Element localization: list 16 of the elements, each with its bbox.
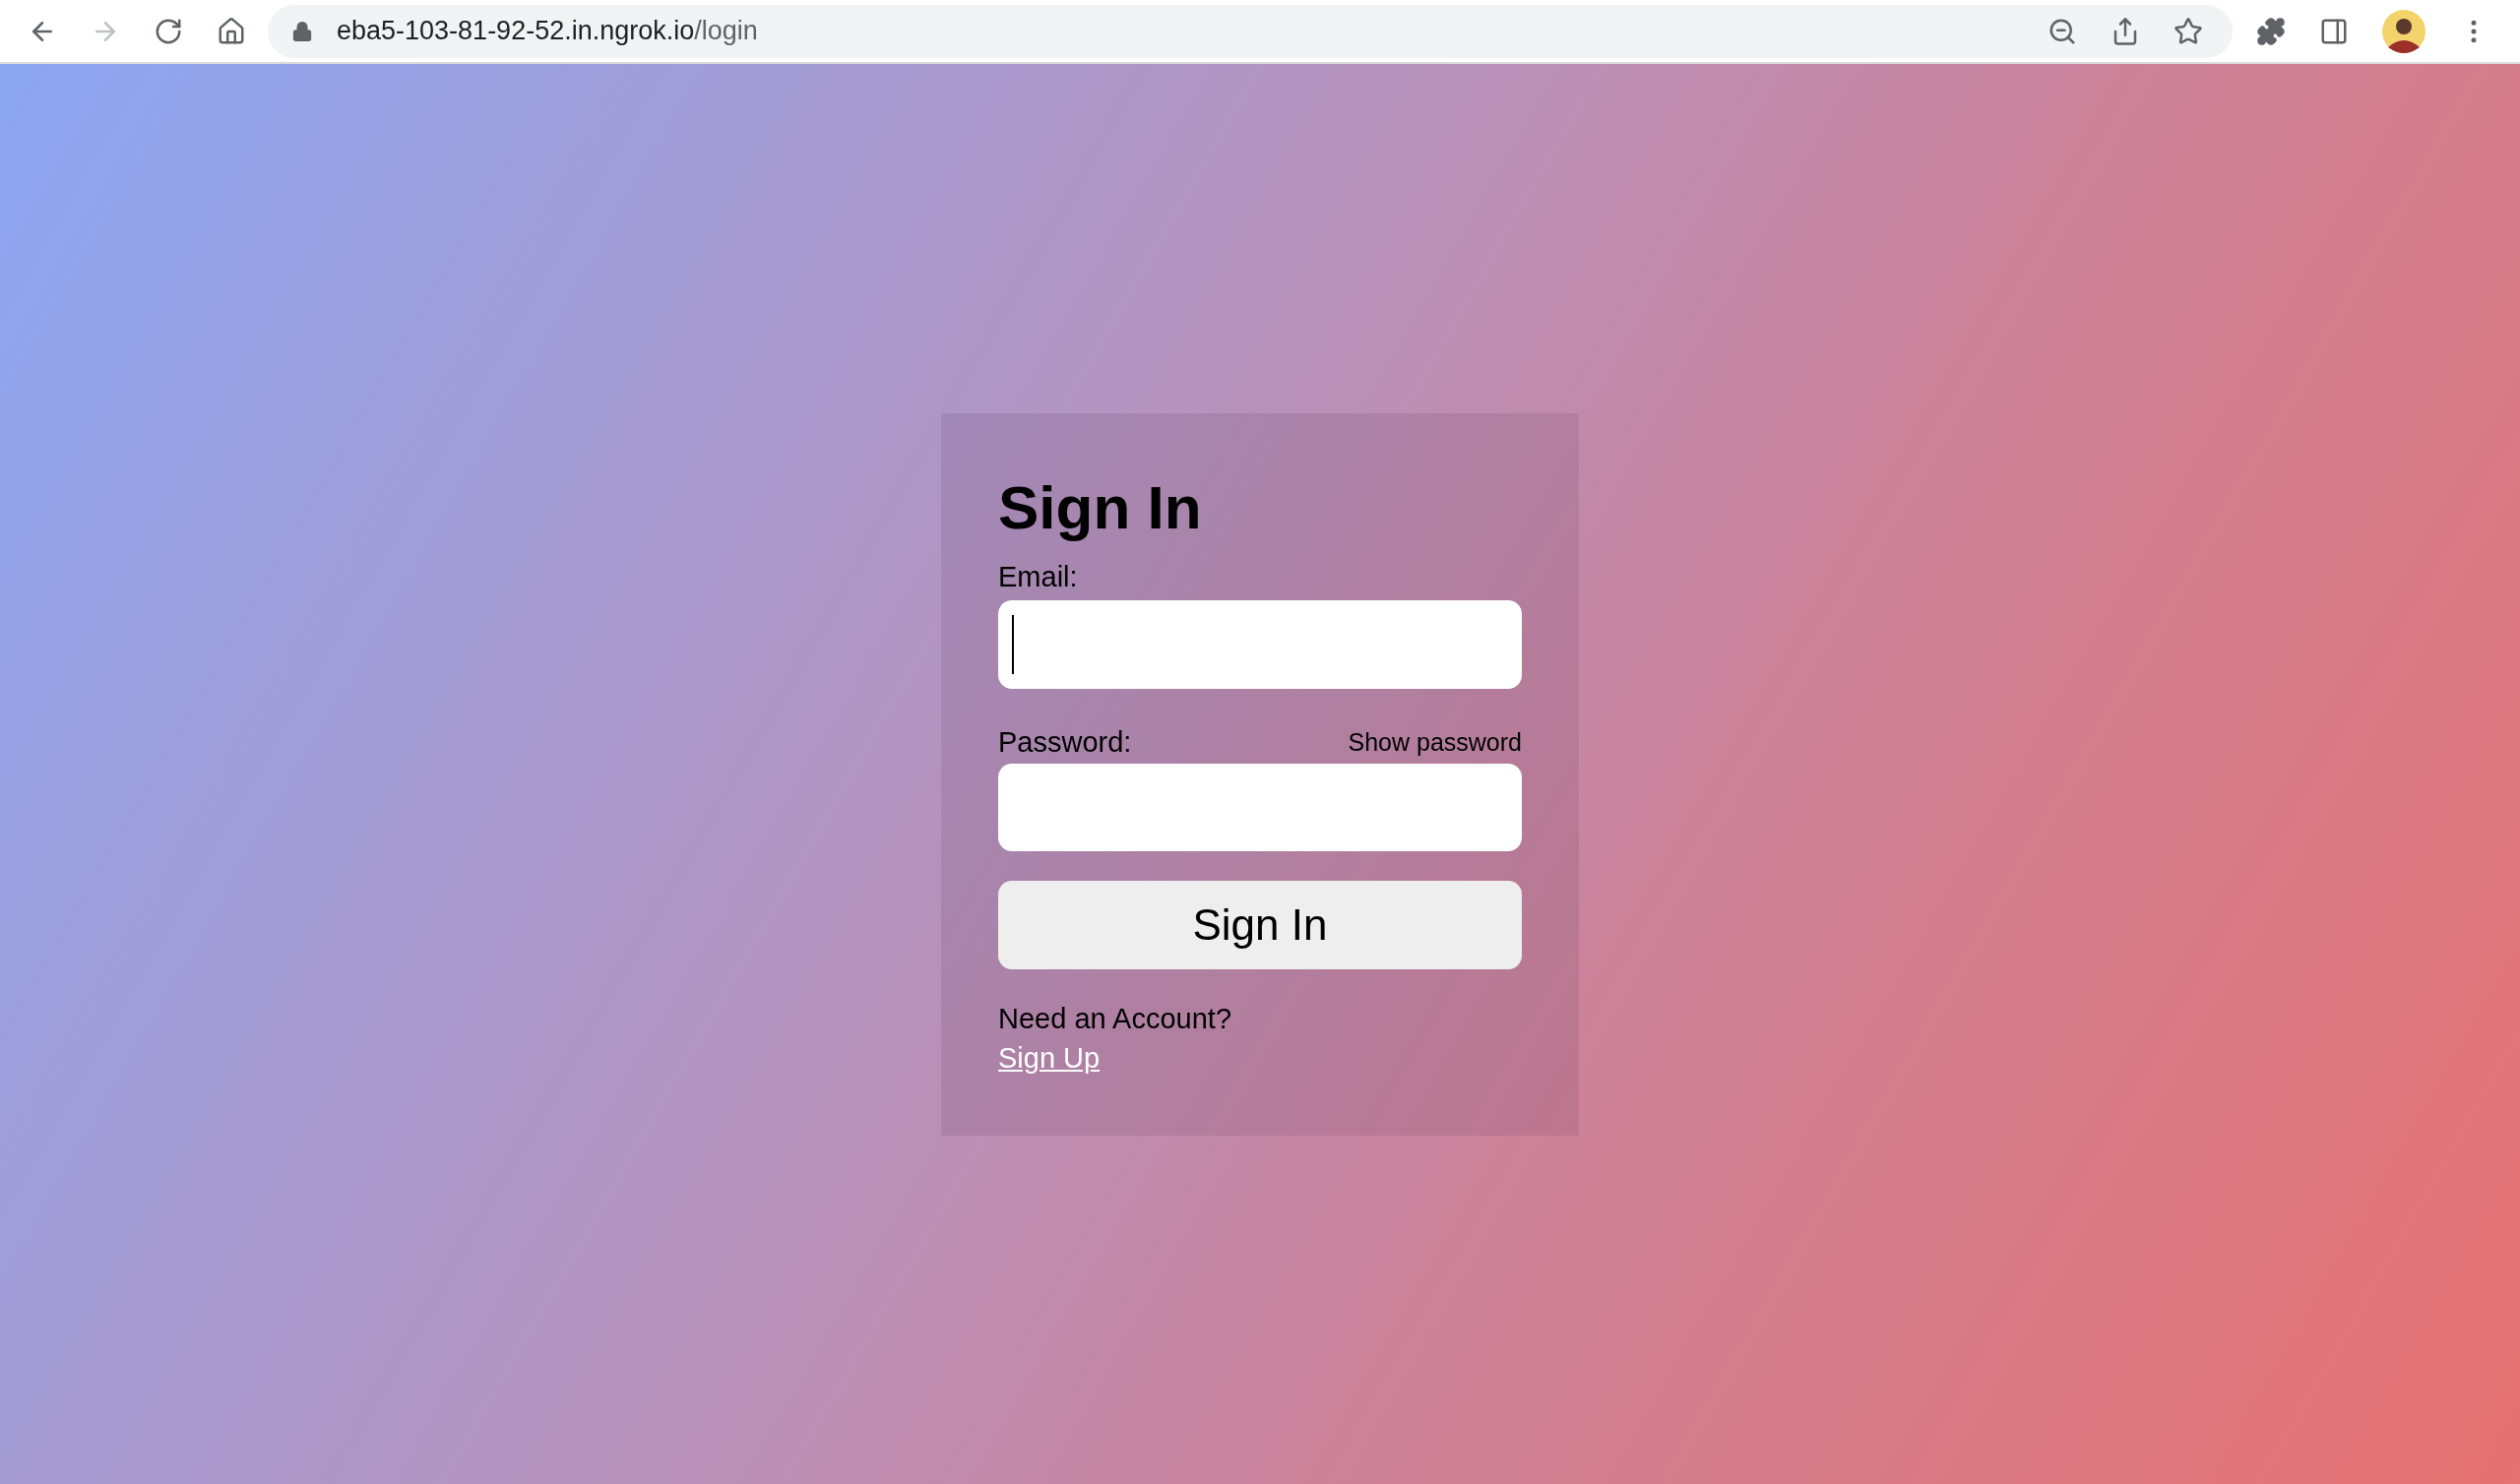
avatar-icon[interactable] [2382,9,2426,53]
star-icon[interactable] [2174,16,2203,46]
show-password-toggle[interactable]: Show password [1348,724,1522,760]
address-bar[interactable]: eba5-103-81-92-52.in.ngrok.io/login [268,4,2233,58]
sign-in-button[interactable]: Sign In [998,881,1522,969]
home-icon[interactable] [217,16,246,46]
account-prompt: Need an Account? [998,1002,1232,1036]
password-field[interactable] [998,764,1522,851]
puzzle-icon[interactable] [2256,16,2286,46]
email-field[interactable] [998,600,1522,689]
password-label: Password: [998,725,1132,760]
lock-icon [291,20,313,42]
form-title: Sign In [998,472,1203,543]
url-host: eba5-103-81-92-52.in.ngrok.io [337,15,695,48]
url-path: /login [694,15,758,48]
email-label: Email: [998,560,1079,594]
